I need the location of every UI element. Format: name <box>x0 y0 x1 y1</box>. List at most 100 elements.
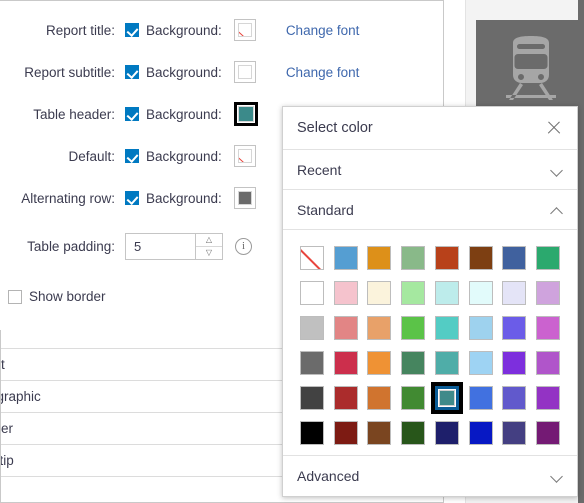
checkbox-label: Background: <box>146 22 222 38</box>
color-swatch[interactable] <box>367 420 392 445</box>
color-swatch[interactable] <box>299 350 324 375</box>
color-swatch[interactable] <box>434 315 459 340</box>
default-background-checkbox[interactable] <box>125 149 139 163</box>
no-color-icon <box>237 149 252 163</box>
show-border-control[interactable]: Show border <box>8 289 106 304</box>
list-item-label: rder <box>1 421 14 436</box>
color-preview <box>237 106 254 122</box>
default-color-swatch[interactable] <box>233 145 256 167</box>
color-swatch[interactable] <box>502 315 527 340</box>
color-swatch[interactable] <box>333 385 358 410</box>
chevron-up-icon[interactable]: △ <box>196 234 222 246</box>
info-icon[interactable]: i <box>235 237 252 255</box>
color-swatch[interactable] <box>536 280 561 305</box>
color-swatch[interactable] <box>536 245 561 270</box>
color-swatch[interactable] <box>468 350 493 375</box>
color-swatch[interactable] <box>299 280 324 305</box>
report-subtitle-change-font-link[interactable]: Change font <box>286 65 360 80</box>
report-title-change-font-link[interactable]: Change font <box>286 23 360 38</box>
color-swatch[interactable] <box>468 315 493 340</box>
color-swatch[interactable] <box>401 315 426 340</box>
color-swatch[interactable] <box>299 420 324 445</box>
section-advanced[interactable]: Advanced <box>283 456 577 496</box>
show-border-checkbox[interactable] <box>8 289 22 304</box>
chevron-down-icon <box>551 164 563 176</box>
color-swatch[interactable] <box>536 350 561 375</box>
color-swatch[interactable] <box>401 385 426 410</box>
color-swatch[interactable] <box>434 350 459 375</box>
chevron-down-icon[interactable]: ▽ <box>196 245 222 259</box>
alternating-row-color-swatch[interactable] <box>233 187 256 209</box>
no-color-icon <box>237 23 252 37</box>
color-swatch[interactable] <box>367 245 392 270</box>
section-standard[interactable]: Standard <box>283 190 577 230</box>
setting-row-report-title: Report title: Background: Change font <box>0 9 444 51</box>
color-swatch[interactable] <box>367 280 392 305</box>
color-swatch[interactable] <box>367 315 392 340</box>
color-swatch[interactable] <box>536 385 561 410</box>
close-icon[interactable] <box>545 119 563 137</box>
color-swatch[interactable] <box>502 350 527 375</box>
color-settings-screen: Report title: Background: Change font Re… <box>0 0 584 503</box>
checkbox-label: Background: <box>146 64 222 80</box>
color-swatch[interactable] <box>333 350 358 375</box>
color-swatch[interactable] <box>468 420 493 445</box>
alternating-row-background-checkbox[interactable] <box>125 191 139 205</box>
row-label: Report subtitle: <box>24 64 115 80</box>
color-swatch[interactable] <box>299 315 324 340</box>
color-swatch[interactable] <box>401 350 426 375</box>
color-swatch[interactable] <box>367 385 392 410</box>
section-advanced-label: Advanced <box>297 468 360 484</box>
color-swatch[interactable] <box>401 245 426 270</box>
section-standard-label: Standard <box>297 201 354 218</box>
color-preview <box>237 191 252 205</box>
color-swatch[interactable] <box>502 280 527 305</box>
color-swatch[interactable] <box>434 420 459 445</box>
right-edge-bar <box>578 0 584 503</box>
color-swatch[interactable] <box>502 420 527 445</box>
color-swatch[interactable] <box>536 315 561 340</box>
train-icon <box>506 36 556 100</box>
table-padding-input[interactable]: 5 <box>126 234 195 259</box>
color-swatch[interactable] <box>333 245 358 270</box>
color-swatch[interactable] <box>502 385 527 410</box>
stepper-buttons: △ ▽ <box>195 233 222 259</box>
color-swatch[interactable] <box>468 385 493 410</box>
color-swatch[interactable] <box>502 245 527 270</box>
row-label: Table padding: <box>27 238 115 254</box>
report-subtitle-background-checkbox[interactable] <box>125 65 139 79</box>
color-swatch[interactable] <box>434 280 459 305</box>
section-recent-label: Recent <box>297 161 342 178</box>
standard-color-grid <box>283 230 577 458</box>
table-padding-stepper[interactable]: 5 △ ▽ <box>125 232 223 260</box>
row-label: Alternating row: <box>21 190 115 206</box>
row-label: Table header: <box>33 106 115 122</box>
color-swatch[interactable] <box>468 280 493 305</box>
color-swatch[interactable] <box>401 280 426 305</box>
color-swatch[interactable] <box>333 315 358 340</box>
report-title-background-checkbox[interactable] <box>125 23 139 37</box>
section-recent[interactable]: Recent <box>283 150 577 190</box>
color-swatch[interactable] <box>299 385 324 410</box>
report-subtitle-color-swatch[interactable] <box>233 61 256 83</box>
color-swatch[interactable] <box>401 420 426 445</box>
row-label: Default: <box>68 148 115 164</box>
report-title-color-swatch[interactable] <box>233 19 256 41</box>
checkbox-label: Background: <box>146 106 222 122</box>
preview-thumbnail[interactable] <box>476 20 584 115</box>
table-header-background-checkbox[interactable] <box>125 107 139 121</box>
color-swatch[interactable] <box>434 245 459 270</box>
row-label: Report title: <box>45 22 115 38</box>
color-preview <box>237 65 252 79</box>
color-swatch[interactable] <box>468 245 493 270</box>
color-swatch-none[interactable] <box>299 245 324 270</box>
color-swatch[interactable] <box>367 350 392 375</box>
color-swatch[interactable] <box>333 420 358 445</box>
color-swatch-selected[interactable] <box>430 381 463 414</box>
list-item-label: art <box>1 357 5 372</box>
list-item-label: oltip <box>1 453 14 468</box>
checkbox-label: Background: <box>146 148 222 164</box>
table-header-color-swatch[interactable] <box>233 102 258 126</box>
color-swatch[interactable] <box>333 280 358 305</box>
color-swatch[interactable] <box>536 420 561 445</box>
